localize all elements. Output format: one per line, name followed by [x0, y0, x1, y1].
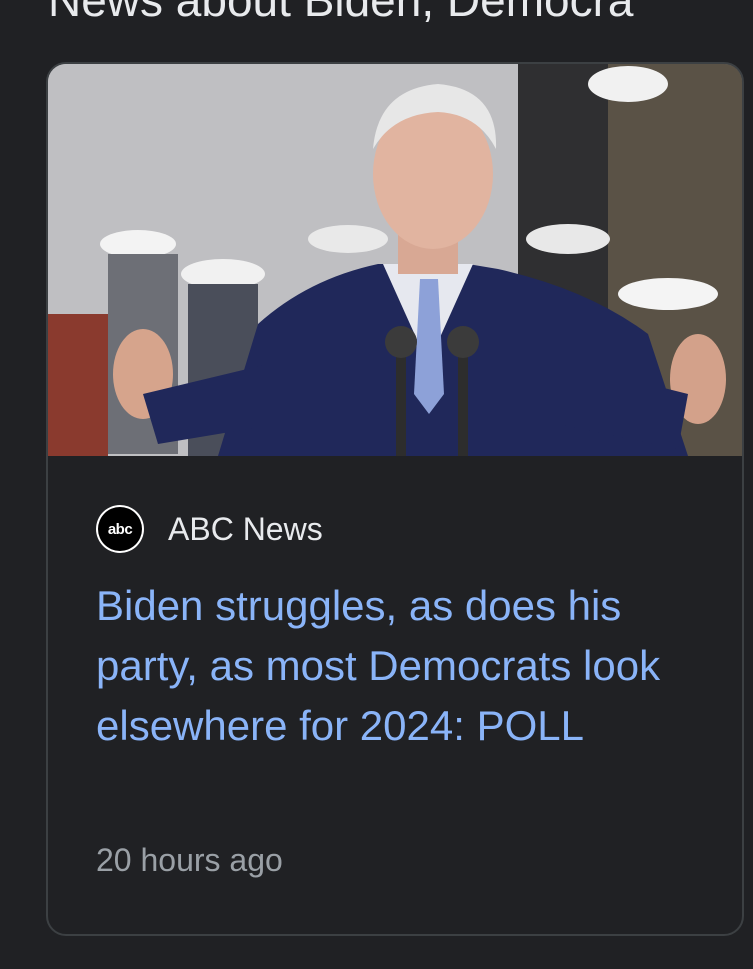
section-heading: News about Biden, Democra	[48, 0, 634, 26]
headline-link[interactable]: Biden struggles, as does his party, as m…	[96, 576, 706, 756]
news-thumbnail[interactable]	[48, 64, 742, 456]
page: News about Biden, Democra abc ABC News B…	[0, 0, 753, 969]
source-name: ABC News	[168, 510, 323, 547]
thumbnail-image	[48, 64, 742, 456]
abc-logo-text: abc	[98, 507, 142, 551]
news-card[interactable]: abc ABC News Biden struggles, as does hi…	[46, 62, 744, 936]
abc-news-logo: abc	[96, 505, 144, 553]
source-row: abc ABC News	[96, 504, 323, 554]
timestamp: 20 hours ago	[96, 842, 283, 878]
